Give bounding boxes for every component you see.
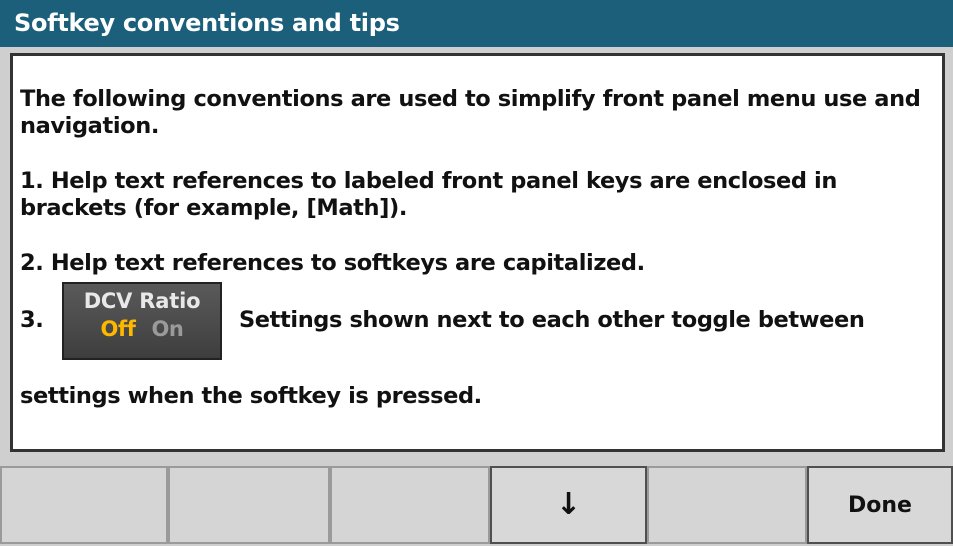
sample-softkey-options: Off On [64, 317, 220, 341]
sample-softkey-dcv-ratio: DCV Ratio Off On [62, 282, 222, 360]
help-item-1: 1. Help text references to labeled front… [20, 168, 837, 221]
window-title: Softkey conventions and tips [0, 0, 953, 47]
help-item-3: 3. DCV Ratio Off On Settings shown next t… [20, 277, 940, 363]
down-arrow-icon: ↓ [555, 487, 582, 522]
help-item-3-continued: settings when the softkey is pressed. [20, 383, 482, 409]
help-pane: The following conventions are used to si… [10, 53, 945, 452]
done-label: Done [848, 492, 912, 518]
scroll-down-softkey[interactable]: ↓ [490, 466, 647, 544]
sample-softkey-title: DCV Ratio [83, 289, 201, 313]
help-screen: Softkey conventions and tips The followi… [0, 0, 953, 546]
help-item-3-number: 3. [20, 307, 44, 333]
help-item-2: 2. Help text references to softkeys are … [20, 250, 645, 276]
softkey-2[interactable] [168, 466, 330, 544]
softkey-1[interactable] [0, 466, 168, 544]
sample-option-on: On [151, 317, 184, 341]
help-item-3-text: Settings shown next to each other toggle… [239, 307, 865, 333]
sample-option-off: Off [100, 317, 136, 341]
done-softkey[interactable]: Done [807, 466, 953, 544]
softkey-3[interactable] [330, 466, 490, 544]
softkey-bar: ↓ Done [0, 460, 953, 546]
softkey-5[interactable] [647, 466, 807, 544]
help-text: The following conventions are used to si… [20, 86, 940, 438]
help-intro: The following conventions are used to si… [20, 86, 921, 139]
